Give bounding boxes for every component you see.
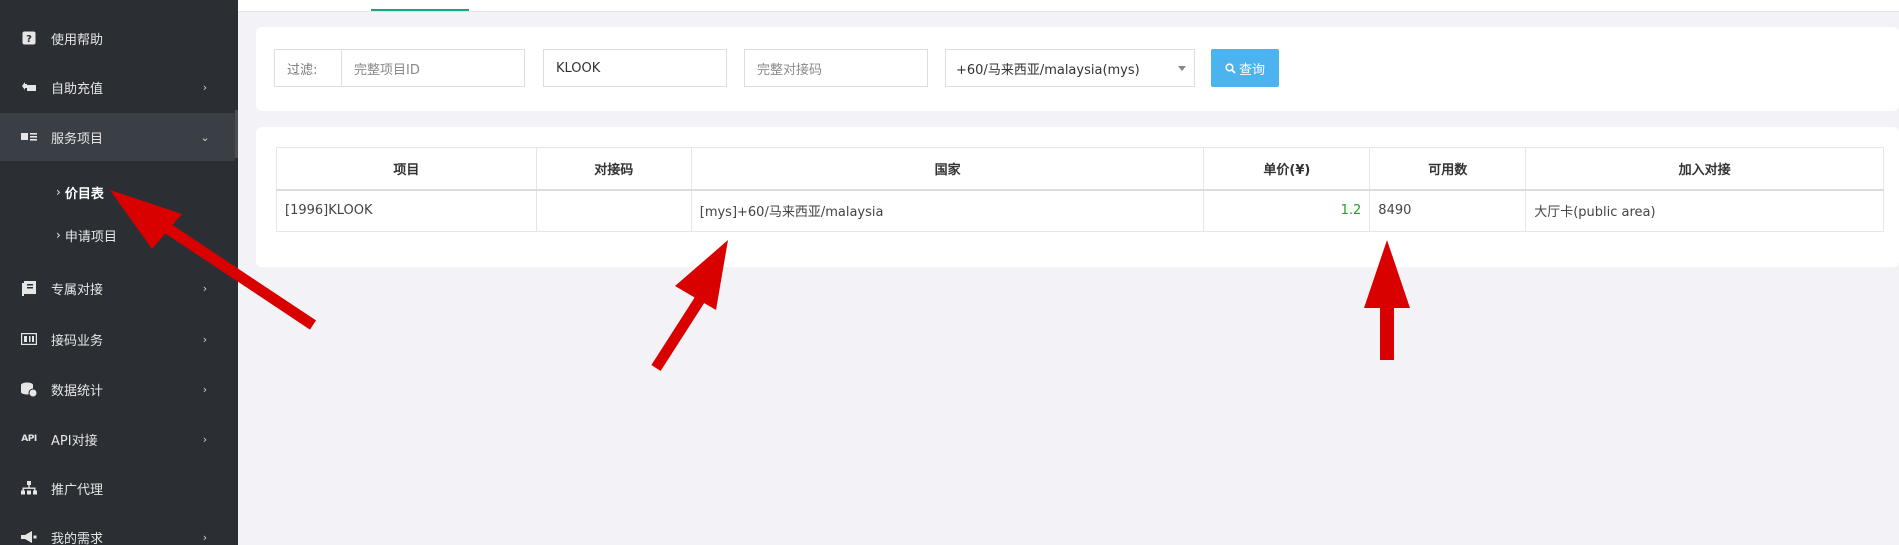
table-header-row: 项目 对接码 国家 单价(¥) 可用数 加入对接 bbox=[276, 147, 1884, 190]
query-button-label: 查询 bbox=[1238, 62, 1265, 78]
project-name-input[interactable]: KLOOK bbox=[543, 49, 727, 87]
chevron-right-icon: › bbox=[202, 332, 208, 346]
sidebar-subitem-apply-project[interactable]: › 申请项目 bbox=[56, 222, 117, 248]
sidebar-item-label: 服务项目 bbox=[51, 131, 104, 147]
cell-country: [mys]+60/马来西亚/malaysia bbox=[690, 189, 1205, 232]
code-input[interactable]: 完整对接码 bbox=[744, 49, 928, 87]
sim-icon bbox=[20, 330, 38, 348]
svg-text:?: ? bbox=[26, 34, 32, 45]
book-icon bbox=[20, 279, 38, 297]
chevron-right-icon: › bbox=[56, 185, 61, 199]
sidebar-item-help[interactable]: ? 使用帮助 bbox=[0, 14, 235, 62]
chevron-down-icon: ⌄ bbox=[200, 130, 210, 144]
project-id-filter: 过滤: 完整项目ID bbox=[274, 49, 525, 87]
coins-icon bbox=[20, 380, 38, 398]
sidebar: ? 使用帮助 自助充值 › 服务项目 ⌄ › 价目表 › 申请项目 专属对接 › bbox=[0, 0, 238, 545]
table-row: [1996]KLOOK [mys]+60/马来西亚/malaysia 1.2 8… bbox=[276, 189, 1884, 232]
sidebar-item-label: 我的需求 bbox=[51, 531, 104, 545]
sidebar-subitem-label: 价目表 bbox=[64, 186, 104, 202]
column-header-available: 可用数 bbox=[1369, 147, 1527, 190]
caret-down-icon bbox=[1178, 66, 1186, 71]
sidebar-item-promotion[interactable]: 推广代理 bbox=[0, 464, 235, 512]
sidebar-item-exclusive[interactable]: 专属对接 › bbox=[0, 264, 235, 312]
column-header-project: 项目 bbox=[276, 147, 537, 190]
code-filter: 完整对接码 bbox=[744, 49, 928, 87]
recharge-icon bbox=[20, 78, 38, 96]
sidebar-subitem-price-list[interactable]: › 价目表 bbox=[56, 179, 104, 205]
sidebar-subitem-label: 申请项目 bbox=[64, 229, 117, 245]
sidebar-item-label: 推广代理 bbox=[51, 482, 104, 498]
country-select-value: +60/马来西亚/malaysia(mys) bbox=[956, 62, 1140, 78]
sidebar-scroll-rail bbox=[235, 110, 238, 158]
chevron-right-icon: › bbox=[202, 382, 208, 396]
column-header-country: 国家 bbox=[690, 147, 1205, 190]
chevron-right-icon: › bbox=[202, 432, 208, 446]
country-select[interactable]: +60/马来西亚/malaysia(mys) bbox=[945, 49, 1195, 87]
sidebar-item-label: 自助充值 bbox=[51, 81, 104, 97]
cell-project: [1996]KLOOK bbox=[276, 189, 537, 232]
card-list-icon bbox=[20, 128, 38, 146]
column-header-join: 加入对接 bbox=[1525, 147, 1884, 190]
tab-bar bbox=[238, 0, 1899, 12]
filter-label: 过滤: bbox=[274, 49, 341, 87]
chevron-right-icon: › bbox=[202, 530, 208, 544]
cell-price: 1.2 bbox=[1203, 189, 1371, 232]
active-tab-indicator bbox=[371, 9, 469, 11]
chevron-right-icon: › bbox=[202, 281, 208, 295]
query-button[interactable]: 查询 bbox=[1211, 49, 1279, 87]
cell-available: 8490 bbox=[1369, 189, 1527, 232]
sidebar-item-label: 数据统计 bbox=[51, 383, 104, 399]
org-chart-icon bbox=[20, 479, 38, 497]
project-id-input[interactable]: 完整项目ID bbox=[341, 49, 525, 87]
price-table: 项目 对接码 国家 单价(¥) 可用数 加入对接 [1996]KLOOK [my… bbox=[276, 147, 1884, 232]
sidebar-item-sms-business[interactable]: 接码业务 › bbox=[0, 315, 235, 363]
filter-panel: 过滤: 完整项目ID KLOOK 完整对接码 +60/马来西亚/malaysia… bbox=[256, 27, 1899, 111]
chevron-right-icon: › bbox=[56, 228, 61, 242]
cell-join[interactable]: 大厅卡(public area) bbox=[1525, 189, 1884, 232]
sidebar-item-statistics[interactable]: 数据统计 › bbox=[0, 365, 235, 413]
project-name-filter: KLOOK bbox=[543, 49, 727, 87]
sidebar-item-label: 接码业务 bbox=[51, 333, 104, 349]
sidebar-item-label: 使用帮助 bbox=[51, 32, 104, 48]
column-header-price: 单价(¥) bbox=[1203, 147, 1371, 190]
sidebar-item-api[interactable]: API API对接 › bbox=[0, 415, 235, 463]
api-icon: API bbox=[21, 434, 37, 444]
question-icon: ? bbox=[20, 29, 38, 47]
column-header-code: 对接码 bbox=[535, 147, 692, 190]
price-table-panel: 项目 对接码 国家 单价(¥) 可用数 加入对接 [1996]KLOOK [my… bbox=[256, 127, 1899, 267]
megaphone-icon bbox=[20, 528, 38, 545]
sidebar-item-label: 专属对接 bbox=[51, 282, 104, 298]
chevron-right-icon: › bbox=[202, 80, 208, 94]
sidebar-item-recharge[interactable]: 自助充值 › bbox=[0, 63, 235, 111]
sidebar-item-services[interactable]: 服务项目 ⌄ bbox=[0, 113, 235, 161]
sidebar-item-label: API对接 bbox=[51, 433, 98, 449]
search-icon bbox=[1225, 62, 1236, 74]
cell-code bbox=[535, 189, 692, 232]
sidebar-item-my-requests[interactable]: 我的需求 › bbox=[0, 513, 235, 545]
